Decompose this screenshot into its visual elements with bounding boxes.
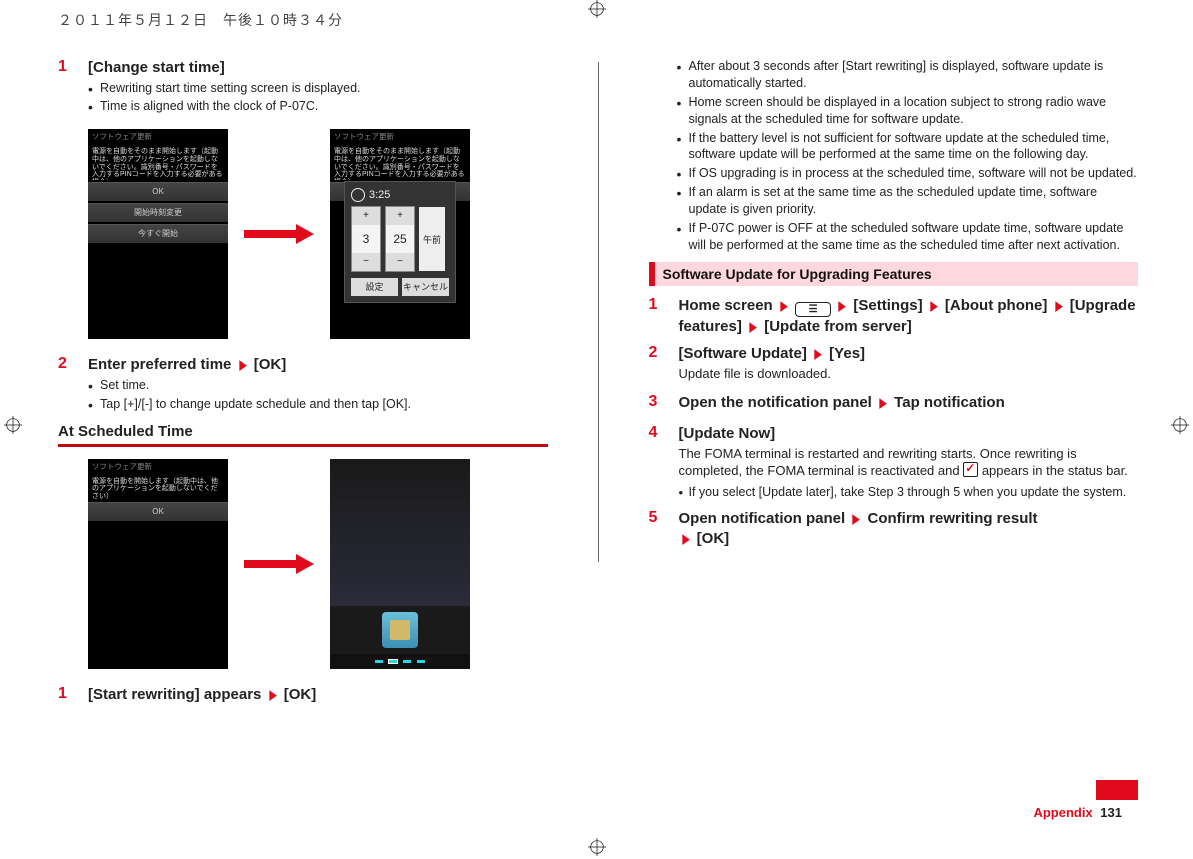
triangle-icon: ▶ [269,687,276,704]
bullet: After about 3 seconds after [Start rewri… [677,58,1139,92]
triangle-icon: ▶ [930,298,937,315]
step-start-rewriting: 1 [Start rewriting] appears ▶ [OK] [58,685,548,707]
step-number: 1 [58,58,76,117]
menu-key-icon [795,302,831,317]
triangle-icon: ▶ [839,298,846,315]
phone-screenshot-timepicker: ソフトウェア更新 電源を自動をそのまま開始します（起動中は、他のアプリケーション… [330,129,470,339]
step-title: [Update Now] [679,424,1139,444]
step-title: [Software Update] ▶ [Yes] [679,344,1139,364]
step-title: [Change start time] [88,58,548,78]
step-confirm-result: 5 Open notification panel ▶ Confirm rewr… [649,509,1139,550]
step-change-start-time: 1 [Change start time] Rewriting start ti… [58,58,548,117]
triangle-icon: ▶ [682,531,689,548]
triangle-icon: ▶ [750,319,757,336]
triangle-icon: ▶ [815,346,822,363]
triangle-icon: ▶ [880,395,887,412]
phone-screenshot-settings: ソフトウェア更新 電源を自動をそのまま開始します（起動中は、他のアプリケーション… [88,129,228,339]
registration-mark-right [1171,416,1189,434]
phone-screenshot-home [330,459,470,669]
right-column: After about 3 seconds after [Start rewri… [649,58,1139,712]
left-column: 1 [Change start time] Rewriting start ti… [58,58,548,712]
triangle-icon: ▶ [853,511,860,528]
step-home-settings: 1 Home screen ▶ ▶ [Settings] ▶ [About ph… [649,296,1139,339]
step-title: Enter preferred time ▶ [OK] [88,355,548,375]
triangle-icon: ▶ [1055,298,1062,315]
figure-row-1: ソフトウェア更新 電源を自動をそのまま開始します（起動中は、他のアプリケーション… [88,129,548,339]
bullet: If OS upgrading is in process at the sch… [677,165,1139,182]
page-footer: Appendix 131 [1033,805,1122,820]
phone-screenshot-ok: ソフトウェア更新 電源を自動を開始します（起動中は、他のアプリケーションを起動し… [88,459,228,669]
step-number: 2 [58,355,76,414]
registration-mark-left [4,416,22,434]
check-icon [963,462,978,477]
bullet: Tap [+]/[-] to change update schedule an… [88,396,548,413]
bullet: Home screen should be displayed in a loc… [677,94,1139,128]
bullet: If you select [Update later], take Step … [679,484,1139,501]
registration-mark-bottom [588,838,606,856]
arrow-right-icon [244,227,314,241]
bullet: If P-07C power is OFF at the scheduled s… [677,220,1139,254]
triangle-icon: ▶ [780,298,787,315]
footer-section: Appendix [1033,805,1092,820]
step-update-now: 4 [Update Now] The FOMA terminal is rest… [649,424,1139,503]
step-number: 2 [649,344,667,386]
section-title: Software Update for Upgrading Features [649,262,1139,286]
step-title: Open notification panel ▶ Confirm rewrit… [679,509,1139,548]
arrow-right-icon [244,557,314,571]
step-number: 4 [649,424,667,503]
bullet: Time is aligned with the clock of P-07C. [88,98,548,115]
page-tab [1096,780,1138,800]
step-title: [Start rewriting] appears ▶ [OK] [88,685,548,705]
step-number: 1 [649,296,667,339]
column-divider [598,62,599,562]
step-sub: The FOMA terminal is restarted and rewri… [679,446,1139,481]
triangle-icon: ▶ [239,357,246,374]
page-timestamp: ２０１１年５月１２日 午後１０時３４分 [58,10,1138,30]
red-rule [58,444,548,447]
footer-page: 131 [1100,805,1122,820]
step-sub: Update file is downloaded. [679,366,1139,383]
step-number: 3 [649,393,667,415]
box-icon [382,612,418,648]
step-title: Home screen ▶ ▶ [Settings] ▶ [About phon… [679,296,1139,337]
step-number: 1 [58,685,76,707]
figure-row-2: ソフトウェア更新 電源を自動を開始します（起動中は、他のアプリケーションを起動し… [88,459,548,669]
bullet: If the battery level is not sufficient f… [677,130,1139,164]
bullet: Set time. [88,377,548,394]
subheading: At Scheduled Time [58,423,548,440]
step-open-panel: 3 Open the notification panel ▶ Tap noti… [649,393,1139,415]
bullet: If an alarm is set at the same time as t… [677,184,1139,218]
step-title: Open the notification panel ▶ Tap notifi… [679,393,1139,413]
step-software-update: 2 [Software Update] ▶ [Yes] Update file … [649,344,1139,386]
step-enter-time: 2 Enter preferred time ▶ [OK] Set time. … [58,355,548,414]
step-number: 5 [649,509,667,550]
bullet: Rewriting start time setting screen is d… [88,80,548,97]
